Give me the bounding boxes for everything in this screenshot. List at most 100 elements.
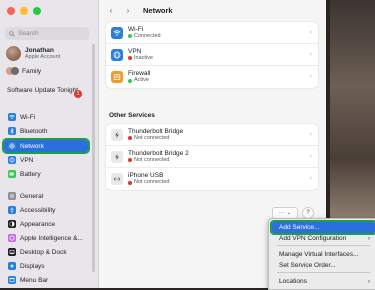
thunderbolt-icon (111, 128, 123, 141)
chevron-right-icon: › (309, 51, 312, 58)
menu-item-label: Locations (279, 278, 307, 285)
sidebar-item-accessibility[interactable]: Accessibility (4, 204, 88, 216)
menu-item-manage-virtual-interfaces[interactable]: Manage Virtual Interfaces... (272, 249, 375, 260)
search-input[interactable]: Search (5, 27, 89, 40)
zoom-button[interactable] (33, 7, 41, 15)
service-row[interactable]: Thunderbolt Bridge 2 Not connected › (106, 146, 318, 168)
menu-item-locations[interactable]: Locations › (272, 276, 375, 287)
sidebar-item-menu-bar[interactable]: Menu Bar (4, 274, 88, 286)
menu-item-set-service-order[interactable]: Set Service Order... (272, 260, 375, 271)
sidebar-item-apple-intelligence[interactable]: Apple Intelligence &... (4, 232, 88, 244)
sidebar-item-label: Menu Bar (20, 276, 49, 284)
sidebar-item-battery[interactable]: Battery (4, 168, 88, 180)
family-item[interactable]: Family (6, 67, 41, 75)
back-button[interactable]: ‹ (105, 4, 117, 16)
menu-item-label: Manage Virtual Interfaces... (279, 251, 359, 258)
other-services-title: Other Services (109, 112, 155, 119)
submenu-arrow-icon: › (368, 235, 370, 242)
firewall-icon (111, 71, 123, 83)
menu-item-label: Add VPN Configuration (279, 235, 347, 242)
service-row[interactable]: Firewall Active › (106, 66, 318, 88)
status-text: Not connected (134, 156, 170, 163)
service-title: Wi-Fi (128, 25, 144, 33)
display-icon (8, 262, 16, 270)
wifi-icon (8, 113, 16, 121)
forward-button[interactable]: › (122, 4, 134, 16)
sidebar: Search Jonathan Apple Account Family Sof… (0, 0, 99, 288)
service-row[interactable]: iPhone USB Not connected › (106, 168, 318, 190)
sidebar-item-wi-fi[interactable]: Wi-Fi (4, 111, 88, 123)
chevron-right-icon: › (309, 131, 312, 138)
status-dot (128, 78, 132, 83)
status-text: Inactive (134, 54, 153, 61)
wifi-icon (111, 26, 123, 39)
submenu-arrow-icon: › (368, 278, 370, 285)
service-status: Inactive (128, 55, 153, 62)
service-status: Not connected (128, 179, 169, 186)
service-status: Connected (128, 33, 161, 40)
sidebar-item-label: General (20, 192, 44, 200)
service-title: Firewall (128, 70, 151, 77)
other-services-group: Thunderbolt Bridge Not connected › Thunderb… (106, 124, 318, 190)
sidebar-item-bluetooth[interactable]: Bluetooth (4, 125, 88, 137)
gear-icon (8, 192, 16, 200)
window-controls (7, 7, 41, 15)
status-dot (128, 136, 132, 140)
status-text: Not connected (134, 134, 170, 141)
sidebar-item-label: Accessibility (20, 206, 56, 214)
status-dot (128, 158, 132, 162)
status-text: Connected (134, 32, 161, 39)
vpn-icon (111, 48, 123, 61)
menu-separator (277, 272, 370, 273)
service-title: VPN (128, 47, 142, 55)
service-row[interactable]: VPN Inactive › (106, 44, 318, 66)
service-row[interactable]: Wi-Fi Connected › (106, 22, 318, 44)
sidebar-scrollbar[interactable] (92, 44, 95, 272)
status-dot (128, 34, 132, 38)
service-title: Thunderbolt Bridge (128, 127, 184, 135)
chevron-right-icon: › (309, 175, 312, 182)
update-badge: 1 (74, 90, 82, 98)
service-status: Not connected (128, 135, 183, 142)
sidebar-item-general[interactable]: General (4, 190, 88, 202)
actions-menu: Add Service... Add VPN Configuration › Mana… (268, 218, 375, 290)
sidebar-item-appearance[interactable]: Appearance (4, 218, 88, 230)
chevron-right-icon: › (309, 73, 312, 80)
minimize-button[interactable] (20, 7, 28, 15)
sidebar-item-label: Appearance (20, 220, 56, 228)
apple-intelligence-icon (8, 234, 16, 242)
sidebar-item-label: Wi-Fi (20, 113, 36, 121)
chevron-right-icon: › (309, 153, 312, 160)
menu-item-add-service[interactable]: Add Service... (270, 220, 375, 235)
sidebar-item-label: Displays (20, 262, 45, 270)
menu-item-add-vpn-configuration[interactable]: Add VPN Configuration › (272, 233, 375, 244)
search-icon (9, 30, 15, 37)
service-status: Active (128, 77, 150, 84)
menu-item-label: Add Service... (279, 224, 320, 231)
service-status: Not connected (128, 157, 189, 164)
sidebar-item-vpn[interactable]: VPN (4, 154, 88, 166)
vpn-icon (8, 156, 16, 164)
sidebar-item-desktop-dock[interactable]: Desktop & Dock (4, 246, 88, 258)
sidebar-item-label: VPN (20, 156, 34, 164)
chevron-down-icon: ⌄ (286, 210, 292, 216)
sidebar-item-network[interactable]: Network (2, 138, 90, 154)
appearance-icon (8, 220, 16, 228)
sidebar-item-label: Battery (20, 170, 41, 178)
avatar (6, 46, 21, 61)
close-button[interactable] (7, 7, 15, 15)
menu-separator (277, 245, 370, 246)
sidebar-item-displays[interactable]: Displays (4, 260, 88, 272)
service-row[interactable]: Thunderbolt Bridge Not connected › (106, 124, 318, 146)
apple-account[interactable]: Jonathan Apple Account (6, 46, 60, 61)
battery-icon (8, 170, 16, 178)
globe-icon (8, 142, 16, 150)
dock-icon (8, 248, 16, 256)
sidebar-item-label: Bluetooth (20, 127, 48, 135)
sidebar-item-label: Apple Intelligence &... (20, 234, 83, 242)
search-placeholder: Search (18, 30, 39, 37)
services-group: Wi-Fi Connected › VPN Inactive › Firewall Activ… (106, 22, 318, 88)
status-text: Active (134, 77, 149, 83)
menubar-icon (8, 276, 16, 284)
account-subtitle: Apple Account (25, 53, 61, 60)
